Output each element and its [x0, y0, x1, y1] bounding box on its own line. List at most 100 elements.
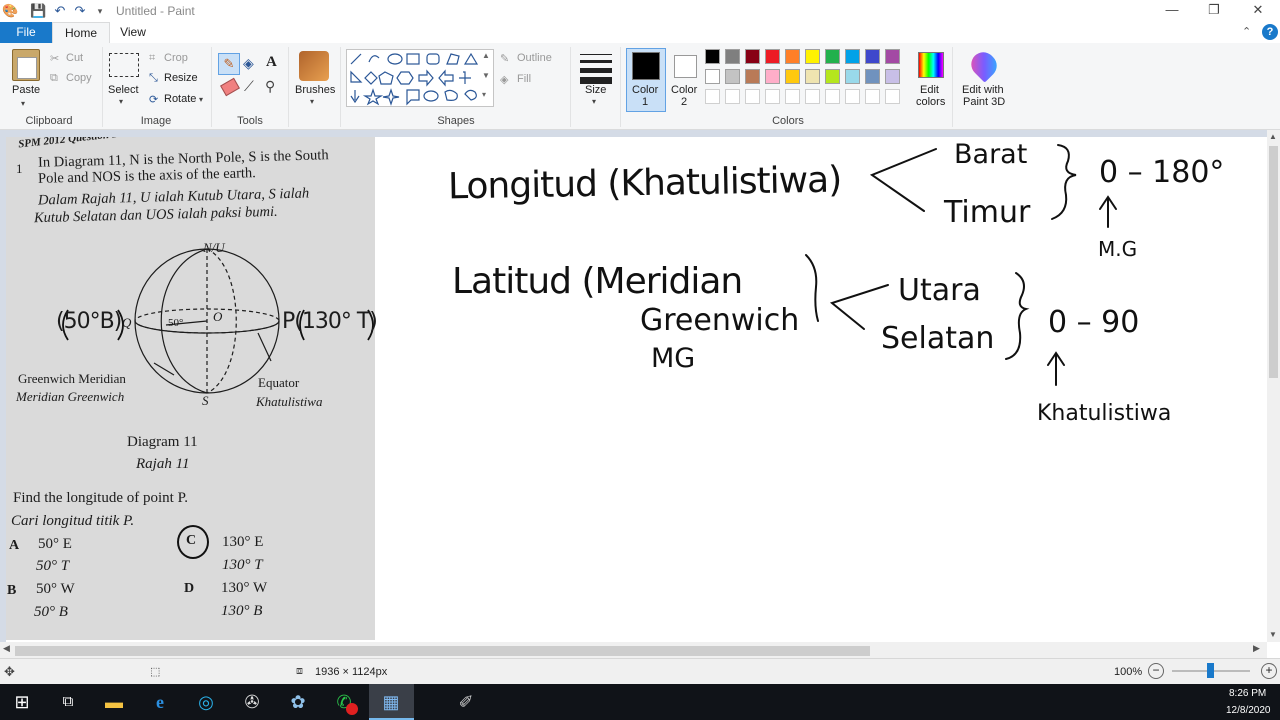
palette-swatch[interactable] [705, 89, 720, 104]
size-button[interactable]: Size [585, 84, 606, 96]
scroll-up-icon[interactable]: ▲ [1269, 132, 1277, 141]
maximize-button[interactable]: ❐ [1192, 0, 1236, 22]
zoom-in-button[interactable]: + [1261, 663, 1277, 679]
palette-swatch[interactable] [885, 49, 900, 64]
paint3d-label-1[interactable]: Edit with [962, 84, 1004, 96]
collapse-ribbon-icon[interactable]: ⌃ [1242, 25, 1251, 38]
palette-swatch[interactable] [705, 49, 720, 64]
rotate-dropdown-icon[interactable]: ▾ [199, 95, 203, 104]
crop-button[interactable]: Crop [164, 52, 188, 64]
select-dropdown-icon[interactable]: ▾ [119, 97, 123, 106]
file-explorer-icon[interactable]: ▬ [100, 688, 128, 716]
fill-tool-icon[interactable]: ◈ [243, 55, 254, 72]
horizontal-scroll-thumb[interactable] [15, 646, 870, 656]
save-icon[interactable]: 💾 [30, 3, 46, 19]
app-icon-compass[interactable]: ✇ [238, 688, 266, 716]
palette-swatch[interactable] [825, 69, 840, 84]
brushes-icon[interactable] [299, 51, 329, 81]
rotate-icon[interactable]: ⟳ [149, 93, 158, 106]
vertical-scroll-thumb[interactable] [1269, 146, 1278, 378]
magnifier-icon[interactable]: ⚲ [265, 78, 275, 95]
palette-swatch[interactable] [805, 89, 820, 104]
eraser-tool-icon[interactable] [220, 77, 240, 97]
outline-icon[interactable]: ✎ [500, 52, 509, 65]
color2-label[interactable]: Color [671, 84, 697, 96]
palette-swatch[interactable] [765, 69, 780, 84]
palette-swatch[interactable] [885, 69, 900, 84]
clock-time[interactable]: 8:26 PM [1229, 688, 1266, 699]
app-icon-paint-palette[interactable]: ✿ [284, 688, 312, 716]
text-tool-icon[interactable]: A [266, 54, 277, 71]
size-dropdown-icon[interactable]: ▾ [592, 97, 596, 106]
shapes-gallery[interactable] [346, 49, 494, 107]
zoom-slider-thumb[interactable] [1207, 663, 1214, 678]
resize-button[interactable]: Resize [164, 72, 198, 84]
help-icon[interactable]: ? [1262, 24, 1278, 40]
drawing-canvas[interactable]: SPM 2012 Question 16 1 In Diagram 11, N … [6, 137, 1267, 642]
paint3d-label-2[interactable]: Paint 3D [963, 96, 1005, 108]
customize-quick-access-icon[interactable]: ▾ [92, 3, 108, 19]
palette-swatch[interactable] [785, 49, 800, 64]
tab-home[interactable]: Home [52, 22, 110, 44]
palette-swatch[interactable] [725, 69, 740, 84]
cut-icon[interactable]: ✂ [50, 52, 59, 65]
select-button[interactable]: Select [108, 84, 139, 96]
palette-swatch[interactable] [745, 89, 760, 104]
palette-swatch[interactable] [725, 89, 740, 104]
palette-swatch[interactable] [745, 69, 760, 84]
paint3d-icon[interactable] [966, 47, 1002, 83]
scroll-down-icon[interactable]: ▼ [1269, 630, 1277, 639]
scroll-left-icon[interactable]: ◀ [3, 643, 10, 654]
palette-swatch[interactable] [865, 49, 880, 64]
palette-swatch[interactable] [705, 69, 720, 84]
rotate-button[interactable]: Rotate [164, 93, 196, 105]
undo-icon[interactable]: ↶ [52, 3, 68, 19]
minimize-button[interactable]: — [1150, 0, 1194, 22]
edge-icon[interactable]: ◎ [192, 688, 220, 716]
fill-icon[interactable]: ◈ [500, 73, 508, 86]
palette-swatch[interactable] [785, 89, 800, 104]
palette-swatch[interactable] [765, 49, 780, 64]
outline-button[interactable]: Outline [517, 52, 552, 64]
edit-colors-label-1[interactable]: Edit [920, 84, 939, 96]
shapes-scroll-down-icon[interactable]: ▼ [482, 71, 490, 80]
palette-swatch[interactable] [865, 89, 880, 104]
edit-colors-label-2[interactable]: colors [916, 96, 945, 108]
palette-swatch[interactable] [845, 49, 860, 64]
shapes-expand-icon[interactable]: ▾ [482, 90, 486, 99]
palette-swatch[interactable] [765, 89, 780, 104]
close-button[interactable]: ✕ [1236, 0, 1280, 22]
brushes-button[interactable]: Brushes [295, 84, 335, 96]
scroll-right-icon[interactable]: ▶ [1253, 643, 1260, 654]
color2-swatch[interactable] [674, 55, 697, 78]
brushes-dropdown-icon[interactable]: ▾ [310, 97, 314, 106]
clock-date[interactable]: 12/8/2020 [1226, 705, 1271, 716]
pencil-tool-icon[interactable]: ✎ [218, 53, 240, 75]
tab-file[interactable]: File [0, 22, 52, 43]
palette-swatch[interactable] [785, 69, 800, 84]
copy-icon[interactable]: ⧉ [50, 72, 58, 85]
cut-button[interactable]: Cut [66, 52, 83, 64]
paste-dropdown-icon[interactable]: ▾ [21, 99, 25, 108]
edit-colors-icon[interactable] [918, 52, 944, 78]
start-button-icon[interactable]: ⊞ [8, 688, 36, 716]
color1-swatch[interactable] [632, 52, 660, 80]
fill-button[interactable]: Fill [517, 73, 531, 85]
zoom-out-button[interactable]: − [1148, 663, 1164, 679]
shapes-scroll-up-icon[interactable]: ▲ [482, 51, 490, 60]
paint-taskbar-icon[interactable]: ▦ [377, 688, 405, 716]
paste-button[interactable]: Paste [12, 84, 40, 96]
palette-swatch[interactable] [845, 69, 860, 84]
crop-icon[interactable]: ⌗ [149, 52, 155, 65]
palette-swatch[interactable] [885, 89, 900, 104]
palette-swatch[interactable] [865, 69, 880, 84]
palette-swatch[interactable] [805, 69, 820, 84]
internet-explorer-icon[interactable]: e [146, 688, 174, 716]
palette-swatch[interactable] [825, 89, 840, 104]
size-icon[interactable] [580, 52, 612, 84]
resize-icon[interactable]: ⤡ [149, 72, 158, 85]
palette-swatch[interactable] [745, 49, 760, 64]
palette-swatch[interactable] [845, 89, 860, 104]
copy-button[interactable]: Copy [66, 72, 92, 84]
tab-view[interactable]: View [110, 22, 156, 43]
